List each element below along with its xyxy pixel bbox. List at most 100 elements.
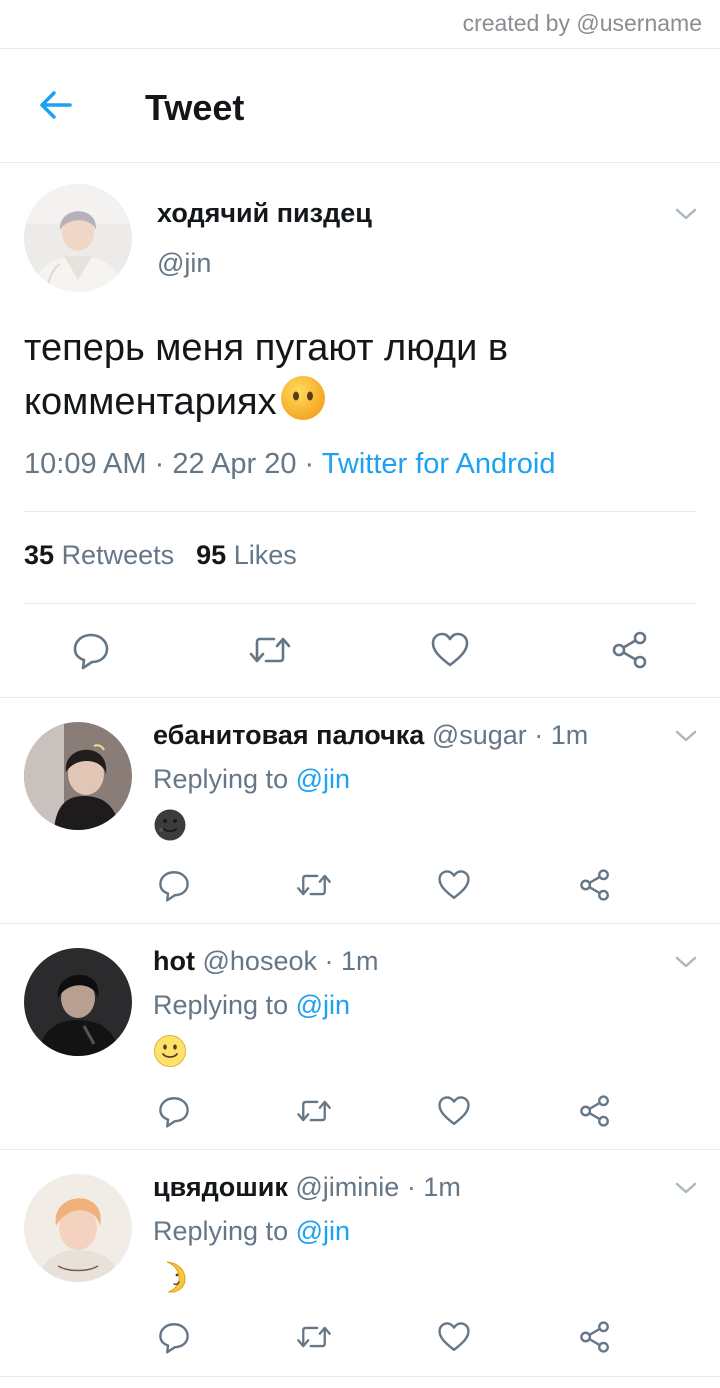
reply-button[interactable]: [157, 1094, 191, 1128]
replying-to-link[interactable]: @jin: [296, 990, 350, 1020]
reply-tweet[interactable]: цвядошик @jiminie · 1m Replying to @jin: [0, 1150, 720, 1376]
tweet-metadata: 10:09 AM · 22 Apr 20 · Twitter for Andro…: [24, 448, 555, 481]
tweet-action-bar: [0, 628, 720, 672]
replying-to-label: Replying to: [153, 764, 289, 794]
chevron-down-icon: [675, 1182, 697, 1194]
retweet-button[interactable]: [295, 1094, 333, 1128]
likes-count: 95: [196, 540, 227, 570]
reply-tweet[interactable]: ебанитовая палочка @sugar · 1m Replying …: [0, 698, 720, 924]
share-button[interactable]: [578, 1094, 612, 1128]
like-button[interactable]: [437, 868, 471, 902]
reply-header: hot @hoseok · 1m: [153, 946, 379, 977]
replying-to: Replying to @jin: [153, 990, 350, 1021]
reply-action-bar: [0, 868, 720, 904]
reply-author-name[interactable]: ебанитовая палочка: [153, 720, 424, 750]
avatar-image: [24, 722, 132, 830]
heart-icon: [438, 1096, 470, 1125]
crescent-moon-face-icon: [153, 1260, 187, 1294]
avatar[interactable]: [24, 184, 132, 292]
page-title: Tweet: [145, 87, 245, 128]
retweets-stat[interactable]: 35 Retweets: [24, 540, 174, 570]
more-options-button[interactable]: [674, 1180, 698, 1196]
reply-time: 1m: [550, 720, 589, 750]
replying-to-label: Replying to: [153, 1216, 289, 1246]
speech-bubble-icon: [73, 633, 109, 670]
share-button[interactable]: [610, 630, 650, 670]
retweet-button[interactable]: [247, 630, 293, 670]
avatar[interactable]: [24, 1174, 132, 1282]
new-moon-face-icon: [153, 808, 187, 842]
retweet-icon: [297, 874, 331, 896]
likes-stat[interactable]: 95 Likes: [196, 540, 297, 570]
meta-separator: ·: [406, 1172, 416, 1202]
divider: [0, 1376, 720, 1377]
tweet-date: 22 Apr 20: [172, 448, 297, 480]
reply-button[interactable]: [71, 630, 111, 670]
slightly-smiling-face-icon: [153, 1034, 187, 1068]
avatar[interactable]: [24, 948, 132, 1056]
heart-icon: [438, 870, 470, 899]
speech-bubble-icon: [159, 871, 189, 902]
share-button[interactable]: [578, 1320, 612, 1354]
more-options-button[interactable]: [674, 728, 698, 744]
chevron-down-icon: [675, 956, 697, 968]
like-button[interactable]: [437, 1320, 471, 1354]
back-button[interactable]: [36, 85, 76, 125]
more-options-button[interactable]: [674, 206, 698, 222]
author-handle[interactable]: @jin: [157, 248, 211, 279]
reply-time: 1m: [341, 946, 379, 976]
reply-action-bar: [0, 1094, 720, 1130]
header-divider: [0, 162, 720, 163]
retweet-button[interactable]: [295, 1320, 333, 1354]
avatar-image: [24, 184, 132, 292]
share-button[interactable]: [578, 868, 612, 902]
meta-separator: ·: [304, 448, 315, 480]
avatar-image: [24, 1174, 132, 1282]
arrow-left-icon: [40, 91, 72, 119]
replying-to: Replying to @jin: [153, 764, 350, 795]
like-button[interactable]: [437, 1094, 471, 1128]
retweet-icon: [249, 637, 291, 663]
chevron-down-icon: [675, 208, 697, 220]
heart-icon: [431, 632, 469, 667]
speech-bubble-icon: [159, 1323, 189, 1354]
retweets-count: 35: [24, 540, 55, 570]
meta-separator: ·: [154, 448, 165, 480]
avatar-image: [24, 948, 132, 1056]
engagement-stats: 35 Retweets 95 Likes: [24, 540, 297, 571]
share-icon: [612, 631, 647, 669]
header-bar: Tweet: [0, 49, 720, 161]
likes-label: Likes: [233, 540, 297, 570]
reply-author-handle[interactable]: @jiminie: [295, 1172, 399, 1202]
retweet-icon: [297, 1100, 331, 1122]
reply-author-name[interactable]: hot: [153, 946, 195, 976]
heart-icon: [438, 1322, 470, 1351]
retweet-button[interactable]: [295, 868, 333, 902]
replying-to-link[interactable]: @jin: [296, 1216, 350, 1246]
reply-button[interactable]: [157, 868, 191, 902]
share-icon: [580, 1095, 609, 1127]
author-name[interactable]: ходячий пиздец: [157, 198, 372, 229]
chevron-down-icon: [675, 730, 697, 742]
retweet-icon: [297, 1326, 331, 1348]
meta-separator: ·: [324, 946, 334, 976]
tweet-text-content: теперь меня пугают люди в комментариях: [24, 327, 509, 423]
avatar[interactable]: [24, 722, 132, 830]
retweets-label: Retweets: [61, 540, 175, 570]
replying-to-link[interactable]: @jin: [296, 764, 350, 794]
reply-header: ебанитовая палочка @sugar · 1m: [153, 720, 588, 751]
replying-to: Replying to @jin: [153, 1216, 350, 1247]
reply-author-handle[interactable]: @sugar: [432, 720, 527, 750]
reply-time: 1m: [423, 1172, 461, 1202]
reply-author-name[interactable]: цвядошик: [153, 1172, 288, 1202]
share-icon: [580, 1321, 609, 1353]
neutral-face-without-mouth-icon: [279, 374, 327, 422]
creator-credit: created by @username: [462, 10, 702, 36]
reply-author-handle[interactable]: @hoseok: [203, 946, 317, 976]
like-button[interactable]: [430, 630, 470, 670]
reply-action-bar: [0, 1320, 720, 1356]
more-options-button[interactable]: [674, 954, 698, 970]
reply-button[interactable]: [157, 1320, 191, 1354]
reply-tweet[interactable]: hot @hoseok · 1m Replying to @jin: [0, 924, 720, 1150]
tweet-source-link[interactable]: Twitter for Android: [322, 448, 556, 480]
